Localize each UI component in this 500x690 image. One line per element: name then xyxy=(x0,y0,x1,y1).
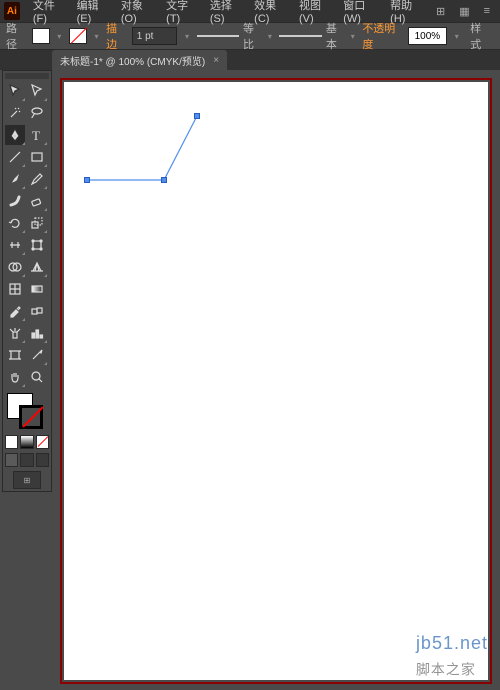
opacity-dropdown-icon[interactable]: ▾ xyxy=(453,29,460,43)
line-tool[interactable] xyxy=(5,147,25,167)
magic-wand-tool[interactable] xyxy=(5,103,25,123)
stroke-swatch[interactable] xyxy=(69,28,87,44)
canvas-area[interactable]: jb51.net 脚本之家 xyxy=(54,72,498,690)
symbol-sprayer-tool[interactable] xyxy=(5,323,25,343)
pencil-tool[interactable] xyxy=(27,169,47,189)
toolbox-grip[interactable] xyxy=(5,73,49,79)
fill-swatch[interactable] xyxy=(32,28,50,44)
slice-tool[interactable] xyxy=(27,345,47,365)
draw-inside-button[interactable] xyxy=(36,453,49,467)
perspective-grid-tool[interactable] xyxy=(27,257,47,277)
gradient-tool[interactable] xyxy=(27,279,47,299)
brush-line-icon xyxy=(279,35,321,37)
free-transform-tool[interactable] xyxy=(27,235,47,255)
selection-tool[interactable] xyxy=(5,81,25,101)
zoom-tool[interactable] xyxy=(27,367,47,387)
drawn-path[interactable] xyxy=(72,100,232,210)
menu-select[interactable]: 选择(S) xyxy=(205,0,247,27)
brush-dropdown-icon: ▾ xyxy=(349,29,356,43)
stroke-label[interactable]: 描边 xyxy=(106,20,126,52)
none-mode-button[interactable] xyxy=(36,435,49,449)
toolbox: T xyxy=(2,70,52,492)
shape-builder-tool[interactable] xyxy=(5,257,25,277)
mesh-tool[interactable] xyxy=(5,279,25,299)
path-label: 路径 xyxy=(6,20,26,52)
direct-selection-tool[interactable] xyxy=(27,81,47,101)
weight-dropdown-icon[interactable]: ▾ xyxy=(183,29,190,43)
blend-tool[interactable] xyxy=(27,301,47,321)
close-tab-icon[interactable]: × xyxy=(213,55,219,66)
opacity-input[interactable]: 100% xyxy=(408,27,448,45)
rotate-tool[interactable] xyxy=(5,213,25,233)
stroke-color-icon[interactable] xyxy=(19,405,43,429)
menu-bar: Ai 文件(F) 编辑(E) 对象(O) 文字(T) 选择(S) 效果(C) 视… xyxy=(0,0,500,22)
anchor-point[interactable] xyxy=(161,177,167,183)
artboard[interactable] xyxy=(64,82,488,680)
menu-type[interactable]: 文字(T) xyxy=(161,0,203,27)
app-logo: Ai xyxy=(4,2,20,20)
grid-menu-icon[interactable]: ▦ xyxy=(453,3,475,20)
fill-dropdown-icon[interactable]: ▾ xyxy=(56,29,63,43)
opacity-label[interactable]: 不透明度 xyxy=(362,20,401,52)
anchor-point[interactable] xyxy=(84,177,90,183)
document-tab-bar: 未标题-1* @ 100% (CMYK/预览) × xyxy=(0,50,500,70)
document-tab[interactable]: 未标题-1* @ 100% (CMYK/预览) × xyxy=(52,50,227,70)
gradient-mode-button[interactable] xyxy=(20,435,33,449)
stroke-dropdown-icon[interactable]: ▾ xyxy=(93,29,100,43)
rectangle-tool[interactable] xyxy=(27,147,47,167)
blob-brush-tool[interactable] xyxy=(5,191,25,211)
profile-line-icon xyxy=(197,35,239,37)
brush-definition[interactable]: 基本 ▾ xyxy=(279,29,356,43)
document-tab-title: 未标题-1* @ 100% (CMYK/预览) xyxy=(60,53,205,68)
lasso-tool[interactable] xyxy=(27,103,47,123)
column-graph-tool[interactable] xyxy=(27,323,47,343)
screen-mode-button[interactable]: ⊞ xyxy=(13,471,41,489)
vbar-menu-icon[interactable]: ≡ xyxy=(478,3,496,19)
anchor-point[interactable] xyxy=(194,113,200,119)
eraser-tool[interactable] xyxy=(27,191,47,211)
fill-stroke-control[interactable] xyxy=(5,393,45,429)
scale-tool[interactable] xyxy=(27,213,47,233)
draw-normal-button[interactable] xyxy=(5,453,18,467)
watermark: jb51.net 脚本之家 xyxy=(416,633,488,680)
paintbrush-tool[interactable] xyxy=(5,169,25,189)
hand-tool[interactable] xyxy=(5,367,25,387)
width-tool[interactable] xyxy=(5,235,25,255)
workspace: T xyxy=(0,70,500,690)
artboard-tool[interactable] xyxy=(5,345,25,365)
menu-file[interactable]: 文件(F) xyxy=(28,0,70,27)
eyedropper-tool[interactable] xyxy=(5,301,25,321)
profile-dropdown-icon: ▾ xyxy=(266,29,273,43)
stroke-weight-input[interactable]: 1 pt xyxy=(132,27,178,45)
type-tool[interactable]: T xyxy=(27,125,47,145)
color-mode-button[interactable] xyxy=(5,435,18,449)
svg-text:T: T xyxy=(32,128,40,142)
style-label[interactable]: 样式 xyxy=(466,20,494,52)
pen-tool[interactable] xyxy=(5,125,25,145)
draw-behind-button[interactable] xyxy=(20,453,33,467)
layout-menu-icon[interactable]: ⊞ xyxy=(430,3,451,20)
variable-width-profile[interactable]: 等比 ▾ xyxy=(197,29,274,43)
